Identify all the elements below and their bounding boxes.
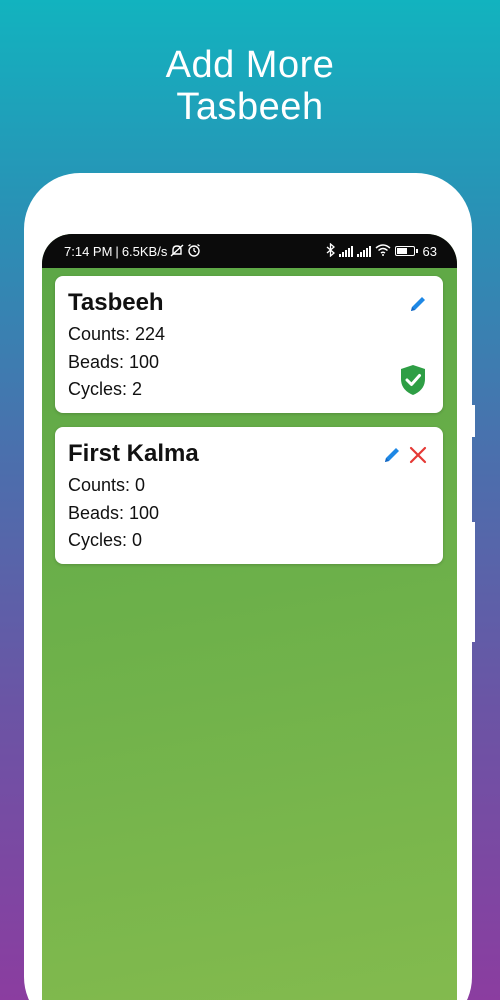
battery-icon (394, 246, 418, 256)
bluetooth-icon (326, 242, 335, 259)
signal-strength-2-icon (356, 245, 371, 257)
promo-headline: Add More Tasbeeh (0, 44, 500, 128)
delete-close-icon[interactable] (407, 444, 429, 466)
headline-line-2: Tasbeeh (176, 86, 324, 128)
card-beads: Beads: 100 (68, 502, 160, 523)
shield-check-icon (399, 364, 427, 396)
notifications-muted-icon (170, 243, 184, 259)
card-cycles: Cycles: 0 (68, 530, 143, 550)
card-counts: Counts: 224 (68, 324, 166, 344)
status-bar: 7:14 PM | 6.5KB/s 63 (42, 234, 457, 268)
phone-side-button-bottom (470, 522, 475, 642)
alarm-clock-icon (187, 243, 201, 259)
app-screen: 7:14 PM | 6.5KB/s 63 Tasbeeh Counts: 224… (42, 234, 457, 1000)
headline-line-1: Add More (165, 44, 335, 86)
wifi-icon (375, 244, 391, 258)
edit-pencil-icon[interactable] (381, 444, 403, 466)
card-title: First Kalma (68, 440, 199, 467)
phone-side-button-top (470, 405, 475, 437)
status-separator: | (115, 243, 119, 259)
tasbeeh-card[interactable]: Tasbeeh Counts: 224 Beads: 100 Cycles: 2 (55, 276, 443, 413)
card-title: Tasbeeh (68, 289, 164, 316)
card-cycles: Cycles: 2 (68, 379, 143, 399)
status-time: 7:14 PM (64, 243, 113, 259)
card-counts: Counts: 0 (68, 475, 146, 495)
signal-strength-1-icon (338, 245, 353, 257)
first-kalma-card[interactable]: First Kalma Counts: 0 Beads: 100 Cycles:… (55, 427, 443, 564)
edit-pencil-icon[interactable] (407, 293, 429, 315)
status-network-speed: 6.5KB/s (121, 243, 168, 259)
battery-percent: 63 (422, 243, 437, 259)
card-beads: Beads: 100 (68, 351, 160, 372)
